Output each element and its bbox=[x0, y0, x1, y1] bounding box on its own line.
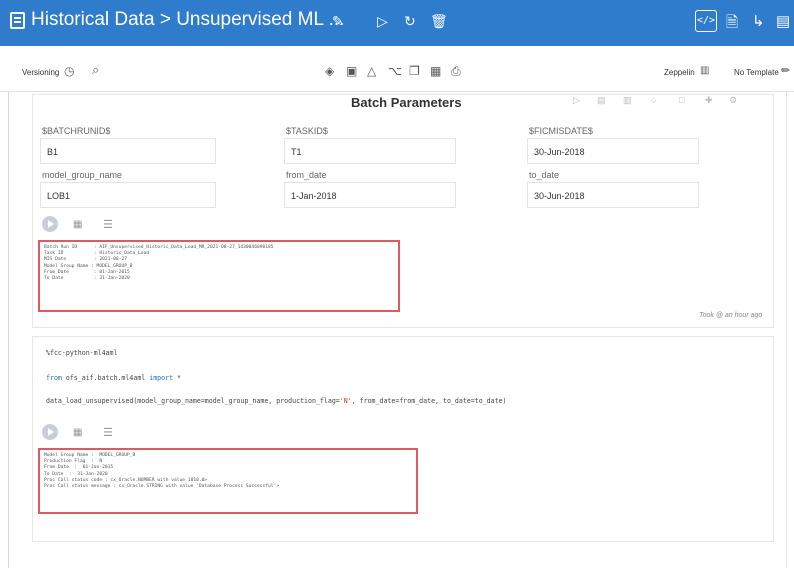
notebook-title[interactable]: Historical Data > Unsupervised ML ... bbox=[10, 9, 344, 31]
output-line: To Date : 31-Jan-2020 bbox=[44, 276, 130, 282]
show-hide-code-icon[interactable]: ◈ bbox=[325, 64, 334, 78]
data-load-output: Model Group Name : MODEL_GROUP_B Product… bbox=[38, 448, 418, 514]
export-icon[interactable]: ↳ bbox=[752, 12, 765, 30]
book-icon[interactable]: ▥ bbox=[700, 65, 709, 76]
elapsed-time: Took @ an hour ago bbox=[699, 312, 763, 319]
trash-icon[interactable]: 🗑 bbox=[430, 13, 448, 30]
code-call-line[interactable]: data_load_unsupervised(model_group_name=… bbox=[46, 397, 507, 405]
code-keyword: import bbox=[149, 374, 174, 382]
pencil-icon[interactable]: ✏ bbox=[781, 64, 790, 77]
code-keyword: from bbox=[46, 374, 62, 382]
edit-title-icon[interactable]: ✎ bbox=[332, 13, 344, 30]
batchrunid-label: $BATCHRUNID$ bbox=[42, 126, 111, 136]
copy-icon[interactable]: ❐ bbox=[409, 64, 420, 78]
code-view-icon[interactable]: </> bbox=[695, 10, 717, 32]
page-right-border bbox=[786, 92, 787, 568]
paragraph-heading: Batch Parameters bbox=[351, 95, 462, 110]
paragraph-code-icon[interactable]: ▤ bbox=[597, 95, 606, 106]
play-icon[interactable] bbox=[42, 424, 58, 440]
output-line: Proc Call status message : cx_Oracle.STR… bbox=[44, 484, 280, 490]
code-string: 'N' bbox=[339, 397, 352, 405]
clear-output-icon[interactable]: △ bbox=[367, 64, 376, 78]
play-icon[interactable] bbox=[42, 216, 58, 232]
code-module: ofs_aif.batch.ml4aml bbox=[61, 374, 150, 382]
template-select[interactable]: No Template bbox=[734, 68, 779, 77]
code-import-line[interactable]: from ofs_aif.batch.ml4aml import * bbox=[46, 374, 181, 382]
notebook-icon bbox=[10, 11, 25, 29]
history-icon[interactable]: ◷ bbox=[64, 64, 74, 78]
notebook-title-text: Historical Data > Unsupervised ML ... bbox=[31, 9, 345, 30]
model-group-name-label: model_group_name bbox=[42, 170, 123, 180]
paragraph-output-icon[interactable]: □ bbox=[679, 95, 684, 105]
zeppelin-button[interactable]: Zeppelin bbox=[664, 68, 695, 77]
code-text: * bbox=[173, 374, 182, 382]
to-date-label: to_date bbox=[529, 170, 560, 180]
code-text: data_load_unsupervised(model_group_name=… bbox=[46, 397, 340, 405]
batchrunid-field[interactable]: B1 bbox=[40, 138, 216, 164]
refresh-icon[interactable]: ↻ bbox=[404, 13, 416, 30]
code-text: , from_date=from_date, to_date=to_date) bbox=[351, 397, 507, 405]
print-icon[interactable]: ⎙ bbox=[451, 64, 461, 79]
taskid-field[interactable]: T1 bbox=[284, 138, 456, 164]
search-icon[interactable]: ⌕ bbox=[92, 62, 99, 78]
model-group-name-field[interactable]: LOB1 bbox=[40, 182, 216, 208]
output-settings-icon[interactable]: ☰ bbox=[103, 426, 113, 439]
panel-toggle-icon[interactable]: ▤ bbox=[776, 12, 790, 30]
ficmisdate-label: $FICMISDATE$ bbox=[529, 126, 593, 136]
from-date-field[interactable]: 1-Jan-2018 bbox=[284, 182, 456, 208]
document-icon[interactable]: 🗎 bbox=[726, 12, 738, 37]
batch-parameters-output: Batch Run ID : AIF_Unsupervised_Historic… bbox=[38, 240, 400, 312]
ficmisdate-field[interactable]: 30-Jun-2018 bbox=[527, 138, 699, 164]
page-left-border bbox=[8, 92, 9, 568]
run-all-icon[interactable]: ▷ bbox=[377, 13, 388, 30]
versioning-button[interactable]: Versioning bbox=[22, 68, 59, 77]
save-icon[interactable]: ▦ bbox=[430, 64, 441, 78]
paragraph-settings-icon[interactable]: ⚙ bbox=[729, 95, 737, 106]
output-settings-icon[interactable]: ☰ bbox=[103, 218, 113, 231]
notebook-header: Historical Data > Unsupervised ML ... ✎ … bbox=[0, 0, 794, 46]
show-hide-output-icon[interactable]: ▣ bbox=[346, 64, 357, 78]
share-icon[interactable]: ⌥ bbox=[388, 64, 402, 78]
paragraph-book-icon[interactable]: ▥ bbox=[623, 95, 632, 106]
code-magic-line[interactable]: %fcc-python-ml4aml bbox=[46, 349, 117, 357]
paragraph-lock-icon[interactable]: ○ bbox=[651, 95, 656, 105]
to-date-field[interactable]: 30-Jun-2018 bbox=[527, 182, 699, 208]
from-date-label: from_date bbox=[286, 170, 327, 180]
paragraph-run-icon[interactable]: ▷ bbox=[573, 95, 580, 106]
table-view-icon[interactable]: ▦ bbox=[73, 427, 82, 438]
table-view-icon[interactable]: ▦ bbox=[73, 219, 82, 230]
taskid-label: $TASKID$ bbox=[286, 126, 328, 136]
notebook-toolbar: Versioning ◷ ⌕ ◈ ▣ △ ⌥ ❐ ▦ ⎙ Zeppelin ▥ … bbox=[0, 46, 794, 92]
paragraph-move-icon[interactable]: ✚ bbox=[705, 95, 713, 106]
